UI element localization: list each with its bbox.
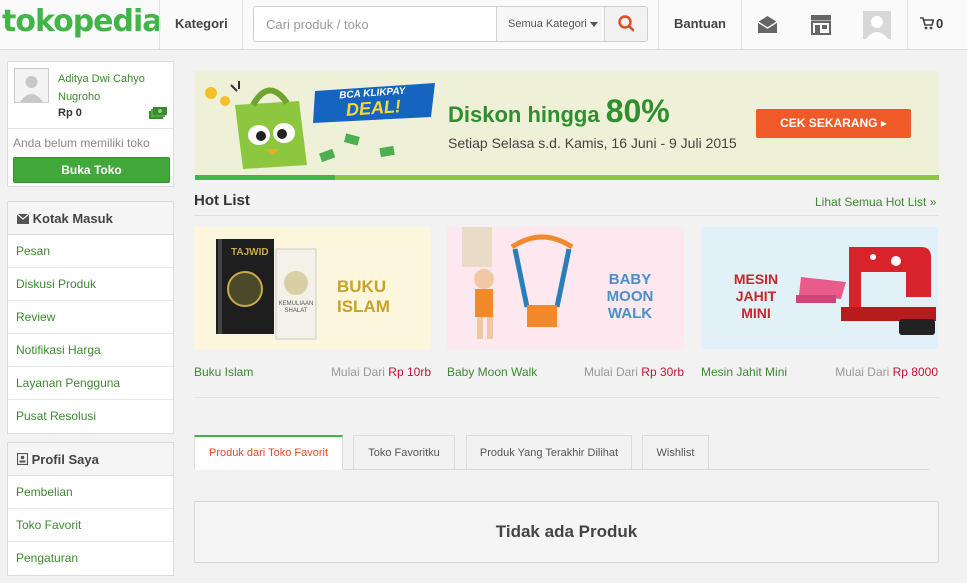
profile-panel: Profil Saya Pembelian Toko Favorit Penga… xyxy=(7,442,174,576)
user-name[interactable]: Aditya Dwi Cahyo Nugroho xyxy=(58,70,170,106)
money-icon xyxy=(149,107,167,119)
cart-count[interactable]: 0 xyxy=(936,16,943,31)
price-prefix: Mulai Dari xyxy=(835,365,890,379)
category-select[interactable]: Semua Kategori xyxy=(496,7,604,41)
tab-produk-dari-toko-favorit[interactable]: Produk dari Toko Favorit xyxy=(194,435,343,470)
hotlist-price-mesin-jahit-mini: Mulai Dari Rp 8000 xyxy=(797,365,938,379)
hotlist-bottom-divider xyxy=(194,397,939,398)
cart-icon[interactable] xyxy=(920,17,934,30)
profile-card-icon xyxy=(16,452,29,466)
price-value: Rp 30rb xyxy=(641,365,684,379)
tab-produk-terakhir-dilihat[interactable]: Produk Yang Terakhir Dilihat xyxy=(466,435,632,470)
hotlist-name-mesin-jahit-mini[interactable]: Mesin Jahit Mini xyxy=(701,365,787,379)
book-title-tajwid: TAJWID xyxy=(231,247,269,258)
hotlist-see-all-link[interactable]: Lihat Semua Hot List » xyxy=(815,195,936,209)
profile-item-pembelian[interactable]: Pembelian xyxy=(8,476,173,509)
header-divider xyxy=(907,0,908,49)
hotlist-name-buku-islam[interactable]: Buku Islam xyxy=(194,365,253,379)
category-select-label: Semua Kategori xyxy=(508,18,587,30)
empty-product-message: Tidak ada Produk xyxy=(194,501,939,563)
envelope-icon xyxy=(16,213,30,224)
hotlist-image-text: MESIN JAHIT MINI xyxy=(715,271,797,322)
hotlist-card-image-baby-moon-walk[interactable]: BABY MOON WALK xyxy=(447,227,684,349)
inbox-title: Kotak Masuk xyxy=(32,211,113,226)
banner-cta-button[interactable]: CEK SEKARANG ▸ xyxy=(756,109,911,138)
inbox-item-diskusi-produk[interactable]: Diskusi Produk xyxy=(8,268,173,301)
header-divider xyxy=(741,0,742,49)
header-divider xyxy=(658,0,659,49)
no-shop-text: Anda belum memiliki toko xyxy=(13,136,150,150)
price-prefix: Mulai Dari xyxy=(330,365,385,379)
hotlist-image-text: BABY MOON WALK xyxy=(585,271,675,322)
avatar-icon[interactable] xyxy=(863,11,891,39)
user-avatar[interactable] xyxy=(14,68,49,103)
caret-down-icon xyxy=(589,21,598,27)
banner-title-percent: 80% xyxy=(605,93,670,129)
inbox-header: Kotak Masuk xyxy=(8,202,173,235)
price-prefix: Mulai Dari xyxy=(583,365,638,379)
price-value: Rp 8000 xyxy=(892,365,938,379)
inbox-item-review[interactable]: Review xyxy=(8,301,173,334)
search-icon xyxy=(618,15,635,32)
shop-icon[interactable] xyxy=(810,14,832,35)
banner-title: Diskon hingga 80% xyxy=(448,93,670,130)
book-title-shalat: KEMULIAAN SHALAT xyxy=(278,301,314,314)
open-shop-button[interactable]: Buka Toko xyxy=(13,157,170,183)
hotlist-price-baby-moon-walk: Mulai Dari Rp 30rb xyxy=(543,365,684,379)
hotlist-image-text-line: MOON WALK xyxy=(606,288,654,322)
inbox-panel: Kotak Masuk Pesan Diskusi Produk Review … xyxy=(7,201,174,434)
header-divider xyxy=(242,0,243,49)
search-button[interactable] xyxy=(604,7,647,41)
inbox-item-pesan[interactable]: Pesan xyxy=(8,235,173,268)
mail-icon[interactable] xyxy=(757,14,778,34)
kategori-menu[interactable]: Kategori xyxy=(175,16,228,31)
inbox-item-pusat-resolusi[interactable]: Pusat Resolusi xyxy=(8,400,173,433)
hotlist-image-text-line: MESIN JAHIT xyxy=(733,271,779,304)
profile-item-pengaturan[interactable]: Pengaturan xyxy=(8,542,173,575)
hotlist-card-image-buku-islam[interactable]: TAJWID KEMULIAAN SHALAT BUKU ISLAM xyxy=(194,227,431,349)
bantuan-link[interactable]: Bantuan xyxy=(674,16,726,31)
hotlist-card-image-mesin-jahit-mini[interactable]: MESIN JAHIT MINI xyxy=(701,227,938,349)
banner-subtitle: Setiap Selasa s.d. Kamis, 16 Juni - 9 Ju… xyxy=(448,135,737,151)
user-box: Aditya Dwi Cahyo Nugroho Rp 0 Anda belum… xyxy=(7,61,174,187)
banner-progress-bar xyxy=(195,175,335,180)
user-saldo: Rp 0 xyxy=(58,107,82,119)
profile-header: Profil Saya xyxy=(8,443,173,476)
avatar-placeholder-icon xyxy=(20,76,43,102)
hotlist-image-text: BUKU ISLAM xyxy=(337,277,390,316)
promo-banner[interactable]: BCA KLIKPAY DEAL! Diskon hingga 80% Seti… xyxy=(195,71,939,180)
search-input[interactable] xyxy=(254,7,496,41)
hotlist-image-text-line: MINI xyxy=(741,305,771,321)
header-divider xyxy=(159,0,160,49)
inbox-item-notifikasi-harga[interactable]: Notifikasi Harga xyxy=(8,334,173,367)
banner-progress-bar xyxy=(335,175,939,180)
search-bar: Semua Kategori xyxy=(253,6,648,42)
hotlist-image-text-line: BABY xyxy=(608,271,652,288)
tokopedia-logo[interactable]: tokopedia xyxy=(2,4,163,39)
banner-title-prefix: Diskon hingga xyxy=(448,102,606,127)
tab-toko-favoritku[interactable]: Toko Favoritku xyxy=(353,435,455,470)
profile-item-toko-favorit[interactable]: Toko Favorit xyxy=(8,509,173,542)
tab-wishlist[interactable]: Wishlist xyxy=(642,435,709,470)
price-value: Rp 10rb xyxy=(388,365,431,379)
divider xyxy=(8,128,173,129)
profile-title: Profil Saya xyxy=(31,452,99,467)
hotlist-name-baby-moon-walk[interactable]: Baby Moon Walk xyxy=(447,365,537,379)
top-header: tokopedia Kategori Semua Kategori Bantua… xyxy=(0,0,967,50)
hotlist-price-buku-islam: Mulai Dari Rp 10rb xyxy=(290,365,431,379)
hotlist-title: Hot List xyxy=(194,192,250,209)
inbox-item-layanan-pengguna[interactable]: Layanan Pengguna xyxy=(8,367,173,400)
hotlist-divider xyxy=(194,215,939,216)
